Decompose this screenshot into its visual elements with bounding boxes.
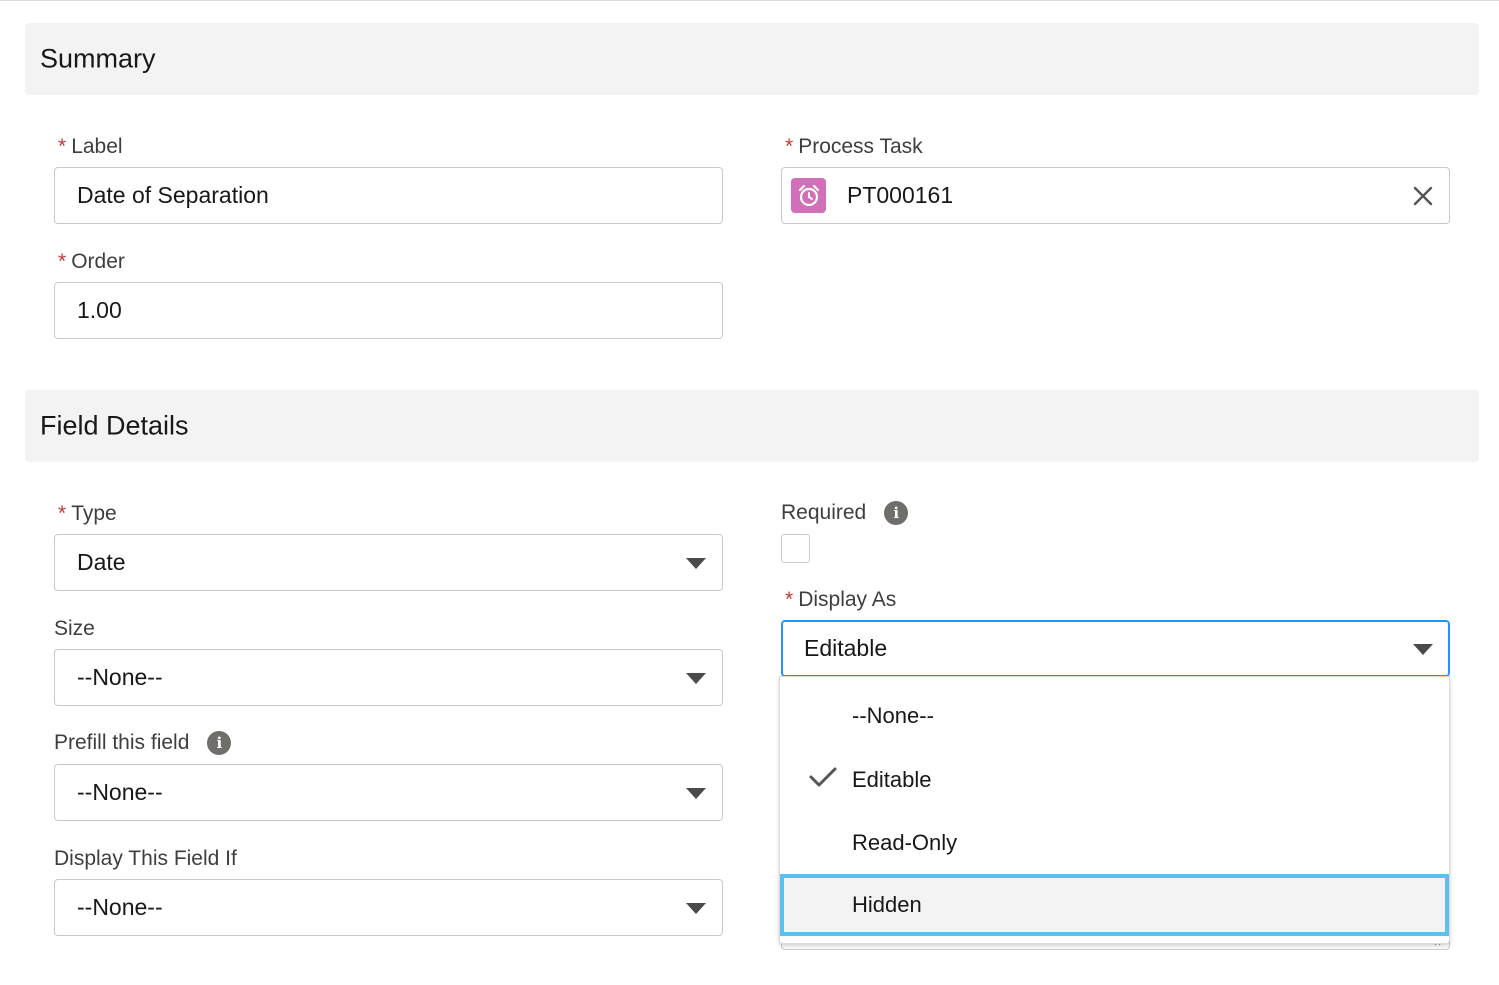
chevron-down-icon: [686, 902, 706, 914]
chevron-down-icon: [1413, 643, 1433, 655]
required-checkbox[interactable]: [781, 534, 810, 563]
display-if-select-value: --None--: [77, 894, 163, 920]
info-icon[interactable]: i: [207, 731, 232, 755]
option-label: --None--: [852, 703, 934, 728]
dropdown-option-hidden[interactable]: Hidden: [780, 874, 1449, 936]
display-as-field-text: Display As: [798, 588, 897, 611]
chevron-down-icon: [686, 787, 706, 799]
order-field-text: Order: [71, 250, 125, 273]
info-icon[interactable]: i: [884, 501, 909, 525]
required-marker: *: [58, 502, 67, 525]
type-field-label: * Type: [58, 502, 117, 526]
display-as-select-value: Editable: [804, 635, 888, 661]
option-label: Editable: [852, 767, 932, 792]
chevron-down-icon: [686, 672, 706, 684]
order-field-label: * Order: [58, 250, 125, 274]
process-task-label-text: Process Task: [798, 135, 923, 158]
prefill-field-label: Prefill this field i: [54, 731, 232, 755]
option-label: Read-Only: [852, 830, 958, 855]
prefill-select[interactable]: --None--: [54, 764, 723, 821]
prefill-field-text: Prefill this field: [54, 731, 190, 754]
type-select-value: Date: [77, 549, 126, 575]
option-label: Hidden: [852, 892, 922, 917]
process-task-label: * Process Task: [785, 135, 923, 159]
size-select[interactable]: --None--: [54, 649, 723, 706]
order-input[interactable]: 1.00: [54, 282, 723, 339]
dropdown-option-editable[interactable]: Editable: [780, 749, 1449, 811]
order-input-value: 1.00: [77, 297, 122, 323]
alarm-clock-icon: [791, 178, 826, 213]
size-field-text: Size: [54, 617, 95, 640]
label-field-label: * Label: [58, 135, 123, 159]
size-field-label: Size: [54, 617, 95, 641]
display-if-field-text: Display This Field If: [54, 847, 237, 870]
top-divider: [0, 0, 1499, 1]
display-if-field-label: Display This Field If: [54, 847, 237, 871]
type-field-text: Type: [71, 502, 117, 525]
required-field-label: Required i: [781, 501, 909, 525]
clear-selection-icon[interactable]: [1411, 184, 1435, 208]
size-select-value: --None--: [77, 664, 163, 690]
required-marker: *: [58, 135, 67, 158]
type-select[interactable]: Date: [54, 534, 723, 591]
label-input[interactable]: Date of Separation: [54, 167, 723, 224]
label-field-text: Label: [71, 135, 123, 158]
field-details-section-title: Field Details: [40, 410, 189, 441]
display-as-select[interactable]: Editable: [781, 620, 1450, 677]
dropdown-option-none[interactable]: --None--: [780, 685, 1449, 747]
display-as-field-label: * Display As: [785, 588, 896, 612]
label-input-value: Date of Separation: [77, 182, 269, 208]
required-field-text: Required: [781, 501, 867, 524]
chevron-down-icon: [686, 557, 706, 569]
prefill-select-value: --None--: [77, 779, 163, 805]
process-task-lookup[interactable]: PT000161: [781, 167, 1450, 224]
summary-section-header[interactable]: Summary: [25, 23, 1479, 95]
display-if-select[interactable]: --None--: [54, 879, 723, 936]
display-as-dropdown-list: --None-- Editable Read-Only Hidden: [779, 676, 1450, 944]
required-marker: *: [785, 135, 794, 158]
summary-section-title: Summary: [40, 43, 156, 74]
dropdown-option-read-only[interactable]: Read-Only: [780, 812, 1449, 874]
process-task-value: PT000161: [847, 182, 954, 208]
checkmark-icon: [808, 766, 838, 794]
required-marker: *: [785, 588, 794, 611]
required-marker: *: [58, 250, 67, 273]
field-details-section-header[interactable]: Field Details: [25, 390, 1479, 462]
